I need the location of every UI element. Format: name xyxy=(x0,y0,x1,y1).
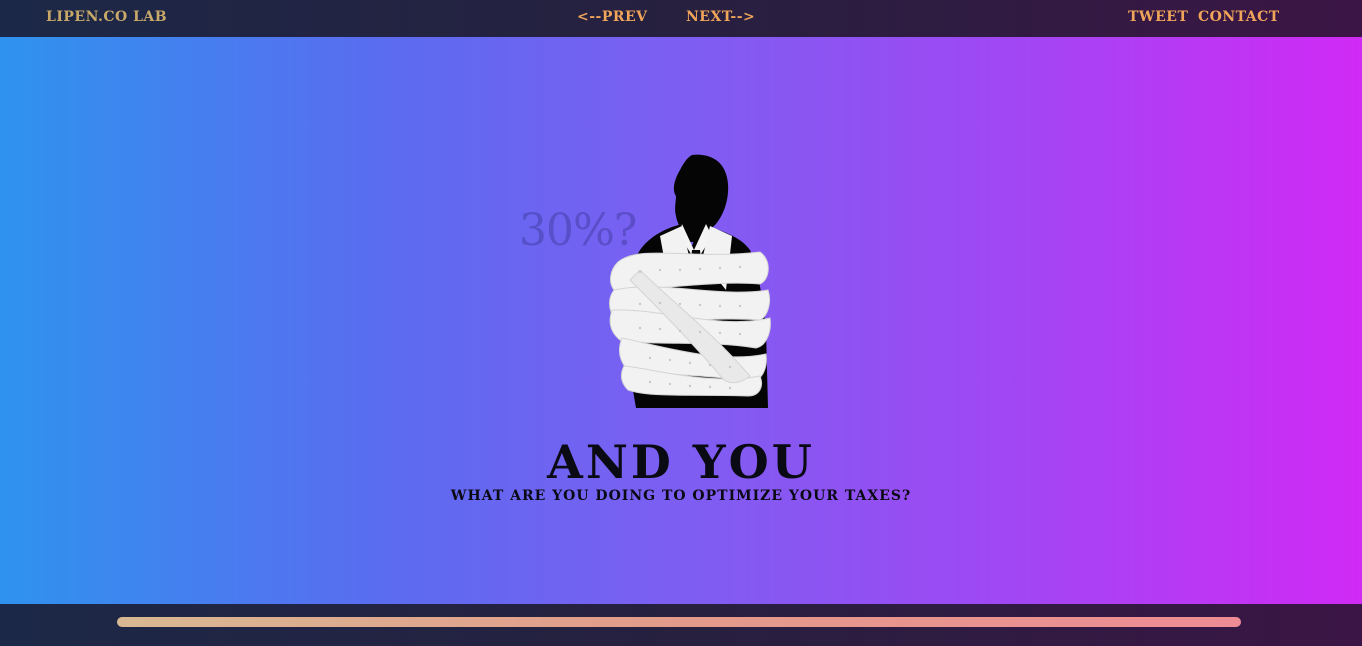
prev-link[interactable]: <--PREV xyxy=(577,9,648,25)
bottom-progress-bar xyxy=(0,604,1362,646)
slide-subtitle: WHAT ARE YOU DOING TO OPTIMIZE YOUR TAXE… xyxy=(450,488,912,504)
progress-track[interactable] xyxy=(117,617,1241,627)
slide-page: LIPEN.CO LAB <--PREV NEXT--> TWEET CONTA… xyxy=(0,0,1362,646)
contact-link[interactable]: CONTACT xyxy=(1198,9,1280,25)
businessman-wrapped-in-receipt-illustration xyxy=(609,154,771,408)
tweet-link[interactable]: TWEET xyxy=(1128,9,1188,25)
brand-link[interactable]: LIPEN.CO LAB xyxy=(46,9,167,25)
next-link[interactable]: NEXT--> xyxy=(686,9,755,25)
top-navigation-bar: LIPEN.CO LAB <--PREV NEXT--> TWEET CONTA… xyxy=(0,0,1362,37)
receipt-wrap xyxy=(609,251,771,397)
progress-fill xyxy=(117,617,1241,627)
head-silhouette xyxy=(673,154,729,235)
slide-title: AND YOU xyxy=(547,435,815,489)
